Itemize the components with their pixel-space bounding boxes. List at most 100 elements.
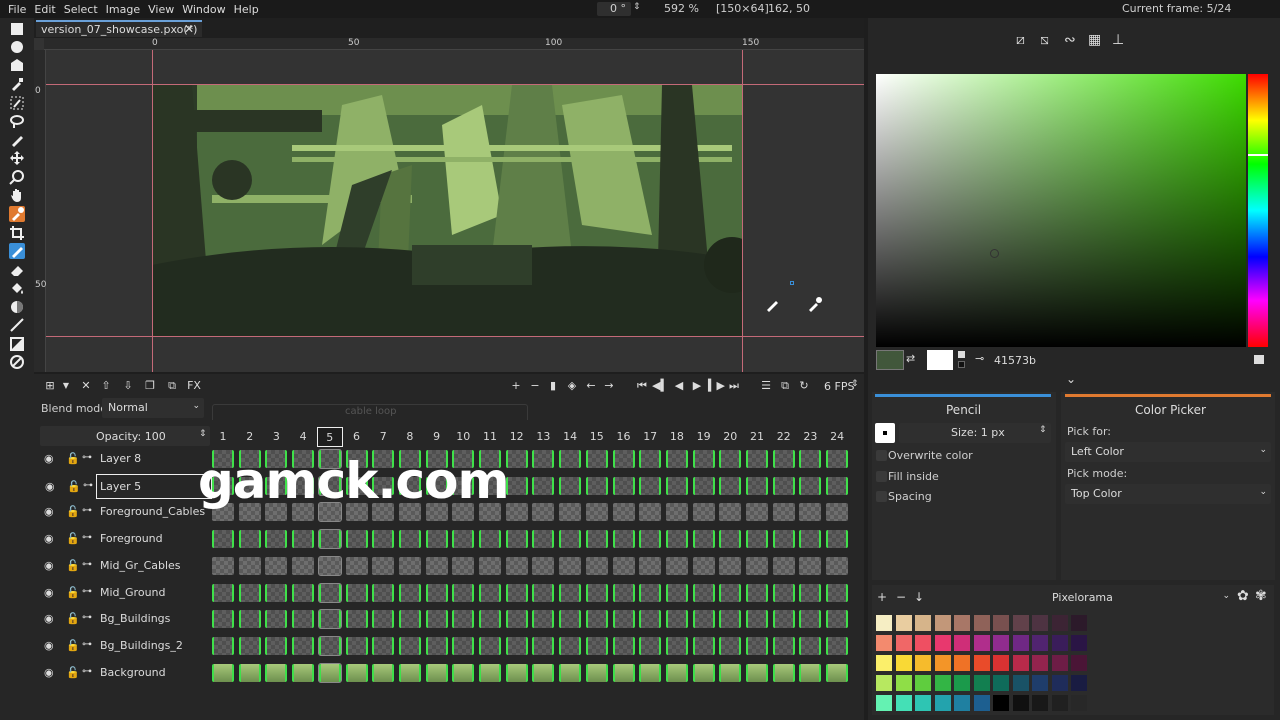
menu-file[interactable]: File xyxy=(4,1,30,16)
frame-number[interactable]: 17 xyxy=(637,427,663,447)
frame-cell[interactable] xyxy=(372,610,395,629)
frame-cell[interactable] xyxy=(559,476,582,495)
frame-cell[interactable] xyxy=(505,636,528,655)
frame-cell[interactable] xyxy=(585,450,608,468)
frame-cell[interactable] xyxy=(612,503,635,522)
frame-cell[interactable] xyxy=(317,555,342,576)
chevron-down-icon[interactable]: ⌄ xyxy=(1066,372,1076,386)
frame-cell[interactable] xyxy=(505,476,528,495)
fill-inside-checkbox[interactable] xyxy=(876,471,887,482)
lock-icon[interactable]: 🔓 xyxy=(66,586,80,599)
frame-cell[interactable] xyxy=(665,636,688,655)
palette-swatch[interactable] xyxy=(915,695,931,711)
frame-cell[interactable] xyxy=(826,610,849,629)
frame-cell[interactable] xyxy=(317,529,342,550)
visibility-eye-icon[interactable]: ◉ xyxy=(44,639,54,652)
palette-swatch[interactable] xyxy=(876,695,892,711)
frame-cell[interactable] xyxy=(532,556,555,575)
palette-swatch[interactable] xyxy=(876,675,892,691)
menu-image[interactable]: Image xyxy=(102,1,144,16)
overwrite-checkbox[interactable] xyxy=(876,450,887,461)
palette-swatch[interactable] xyxy=(993,655,1009,671)
visibility-eye-icon[interactable]: ◉ xyxy=(45,480,55,493)
frame-cell[interactable] xyxy=(585,503,608,522)
frame-cell[interactable] xyxy=(639,610,662,629)
frame-cell[interactable] xyxy=(692,530,715,549)
frame-cell[interactable] xyxy=(317,635,342,656)
import-palette-icon[interactable]: ↓ xyxy=(914,590,924,604)
ellipse-select-icon[interactable] xyxy=(9,39,25,55)
blend-mode-dropdown[interactable]: Normal ⌄ xyxy=(102,398,204,418)
frame-cell[interactable] xyxy=(505,583,528,602)
fx-button[interactable]: FX xyxy=(186,378,202,394)
frame-cell[interactable] xyxy=(265,583,288,602)
frame-cell[interactable] xyxy=(665,503,688,522)
line-tool-icon[interactable] xyxy=(9,317,25,333)
frame-cell[interactable] xyxy=(425,636,448,655)
frame-cell[interactable] xyxy=(826,583,849,602)
palette-swatch[interactable] xyxy=(915,635,931,651)
frame-cell[interactable] xyxy=(398,530,421,549)
frame-cell[interactable] xyxy=(398,610,421,629)
palette-swatch[interactable] xyxy=(993,695,1009,711)
frame-cell[interactable] xyxy=(345,583,368,602)
previous-frame-icon[interactable]: ◀▍ xyxy=(652,378,669,394)
frame-cell[interactable] xyxy=(719,450,742,468)
frame-cell[interactable] xyxy=(479,530,501,549)
pick-mode-dropdown[interactable]: Top Color ⌄ xyxy=(1065,484,1271,504)
palette-swatch[interactable] xyxy=(1071,635,1087,651)
frame-cell[interactable] xyxy=(398,583,421,602)
frame-cell[interactable] xyxy=(639,583,662,602)
frame-cell[interactable] xyxy=(398,636,421,655)
palette-swatch[interactable] xyxy=(895,635,912,651)
stamp-icon[interactable]: ⊥ xyxy=(1112,32,1124,48)
frame-cell[interactable] xyxy=(585,583,608,602)
frame-cell[interactable] xyxy=(345,610,368,629)
frame-cell[interactable] xyxy=(799,476,822,495)
frame-cell[interactable] xyxy=(479,610,501,629)
palette-swatch[interactable] xyxy=(1051,655,1068,671)
frame-cell[interactable] xyxy=(479,556,501,575)
menu-window[interactable]: Window xyxy=(178,1,229,16)
frame-number[interactable]: 3 xyxy=(263,427,289,447)
palette-icon[interactable]: ✾ xyxy=(1255,588,1267,604)
frame-cell[interactable] xyxy=(746,450,768,468)
frame-number[interactable]: 8 xyxy=(397,427,423,447)
frame-cell[interactable] xyxy=(826,636,849,655)
frame-cell[interactable] xyxy=(612,636,635,655)
frame-cell[interactable] xyxy=(719,636,742,655)
frame-cell[interactable] xyxy=(532,610,555,629)
remove-palette-icon[interactable]: − xyxy=(896,590,906,604)
palette-swatch[interactable] xyxy=(954,615,970,631)
frame-cell[interactable] xyxy=(665,450,688,468)
menu-edit[interactable]: Edit xyxy=(30,1,59,16)
frame-cell[interactable] xyxy=(799,503,822,522)
frame-number[interactable]: 13 xyxy=(530,427,556,447)
link-icon[interactable]: ⊶ xyxy=(82,559,92,570)
clone-frame-icon[interactable]: ▮ xyxy=(545,378,561,394)
frame-cell[interactable] xyxy=(612,450,635,468)
frame-cell[interactable] xyxy=(585,636,608,655)
frame-cell[interactable] xyxy=(665,476,688,495)
spacing-checkbox[interactable] xyxy=(876,491,887,502)
palette-swatch[interactable] xyxy=(934,655,951,671)
frame-cell[interactable] xyxy=(452,530,475,549)
frame-cell[interactable] xyxy=(665,663,688,682)
rectangle-tool-icon[interactable] xyxy=(9,336,25,352)
play-forward-icon[interactable]: ▶ xyxy=(689,378,705,394)
visibility-eye-icon[interactable]: ◉ xyxy=(44,559,54,572)
frame-cell[interactable] xyxy=(665,530,688,549)
frame-number[interactable]: 11 xyxy=(477,427,503,447)
fps-value[interactable]: 6 FPS xyxy=(824,380,854,393)
frame-cell[interactable] xyxy=(505,450,528,468)
frame-cell[interactable] xyxy=(719,610,742,629)
frame-cell[interactable] xyxy=(559,530,582,549)
frame-cell[interactable] xyxy=(612,663,635,682)
frame-number[interactable]: 2 xyxy=(237,427,263,447)
timeline-menu-icon[interactable]: ☰ xyxy=(758,378,774,394)
frame-cell[interactable] xyxy=(612,556,635,575)
frame-cell[interactable] xyxy=(826,530,849,549)
frame-cell[interactable] xyxy=(505,556,528,575)
menu-select[interactable]: Select xyxy=(60,1,102,16)
zoom-icon[interactable] xyxy=(9,169,25,185)
